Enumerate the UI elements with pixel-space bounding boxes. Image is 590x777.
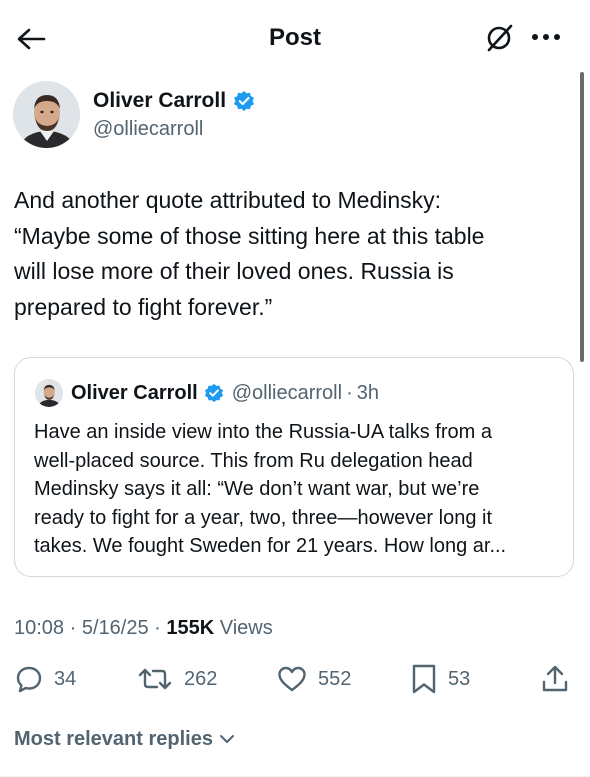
reply-button[interactable]: 34 [14,660,76,698]
tweet-text-line: “Maybe some of those sitting here at thi… [14,222,485,249]
bookmark-icon [412,664,436,694]
quoted-author-handle: @olliecarroll [231,381,343,404]
reply-count: 34 [54,667,77,690]
quoted-tweet-header: Oliver Carroll @olliecarroll · 3h [35,378,379,408]
separator-dot: · [148,617,167,639]
views-count: 155K [166,617,215,639]
share-icon [542,665,568,692]
repost-icon [138,668,172,690]
grok-icon [487,24,513,52]
author-row: Oliver Carroll [93,86,255,116]
separator-dot: · [64,617,82,639]
verified-badge-icon [233,90,255,112]
quoted-tweet-card[interactable]: Oliver Carroll @olliecarroll · 3h Have a… [14,357,574,577]
bookmark-button[interactable]: 53 [410,660,470,698]
more-horizontal-icon [532,34,560,40]
action-bar: 34 262 552 53 [0,660,590,700]
quoted-text-line: takes. We fought Sweden for 21 years. Ho… [34,535,507,557]
chevron-down-icon [219,735,234,743]
verified-badge-icon [204,383,224,403]
separator-dot: · [346,381,353,404]
repost-button[interactable]: 262 [136,660,217,698]
quoted-text-line: ready to fight for a year, two, three—ho… [34,506,493,529]
avatar[interactable] [13,81,80,148]
like-button[interactable]: 552 [276,660,351,698]
post-meta: 10:08 · 5/16/25 · 155K Views [14,614,273,642]
quoted-text-line: Have an inside view into the Russia-UA t… [34,421,492,443]
top-bar: Post [0,0,590,76]
replies-sort-dropdown[interactable]: Most relevant replies [14,725,237,753]
quoted-text-line: Medinsky says it all: “We don’t want war… [34,478,480,500]
quoted-avatar [35,379,63,407]
profile-photo [13,81,80,148]
heart-icon [278,666,306,692]
views-label: Views [214,617,273,639]
share-button[interactable] [540,660,570,698]
bookmark-count: 53 [448,667,471,690]
repost-count: 262 [184,667,218,690]
quoted-tweet-text: Have an inside view into the Russia-UA t… [34,418,559,561]
post-date: 5/16/25 [81,617,149,639]
tweet-text-line: And another quote attributed to Medinsky… [14,187,442,213]
replies-sort-label: Most relevant replies [14,727,213,750]
author-name[interactable]: Oliver Carroll [93,86,226,116]
quoted-text-line: well-placed source. This from Ru delegat… [34,449,473,472]
tweet-text-line: prepared to fight forever.” [14,293,273,320]
like-count: 552 [318,667,352,690]
tweet-text-line: will lose more of their loved ones. Russ… [14,258,454,284]
grok-button[interactable] [482,20,518,56]
tweet-text: And another quote attributed to Medinsky… [14,183,574,325]
more-options-button[interactable] [528,22,564,52]
author-handle[interactable]: @olliecarroll [93,115,203,143]
post-time: 10:08 [14,617,65,639]
quoted-author-name: Oliver Carroll [71,381,198,404]
scrollbar[interactable] [580,72,584,362]
reply-icon [16,666,42,693]
quoted-timestamp: 3h [356,381,379,404]
